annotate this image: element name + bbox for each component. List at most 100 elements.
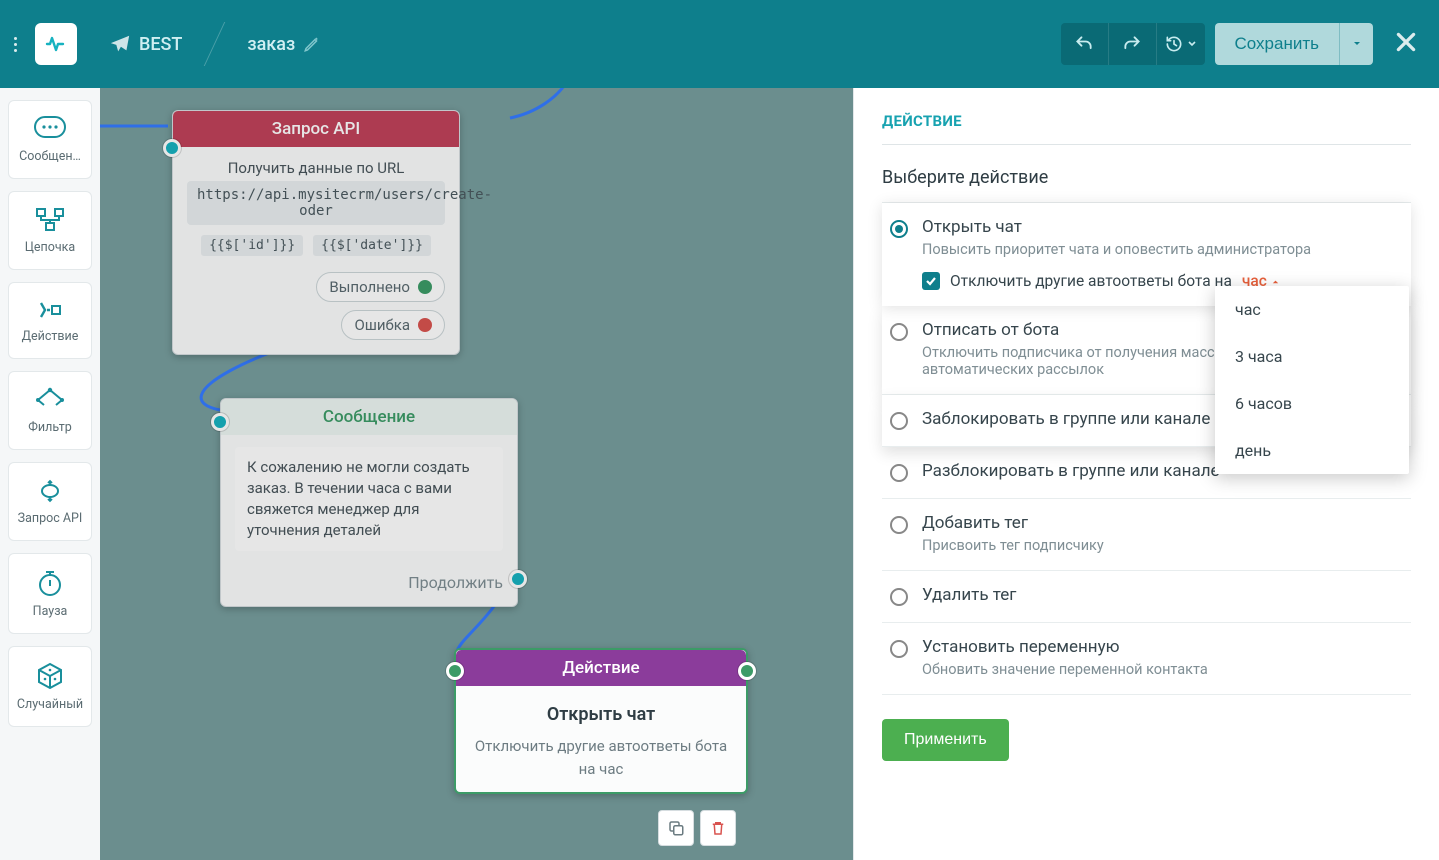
sidebar-item-chain[interactable]: Цепочка [8, 191, 92, 270]
breadcrumb-flow[interactable]: заказ [229, 0, 339, 88]
trash-icon [709, 819, 727, 837]
dropdown-item-hour[interactable]: час [1215, 286, 1409, 333]
action-subtitle: Открыть чат [470, 704, 732, 725]
port-in[interactable] [446, 662, 464, 680]
pulse-icon [44, 32, 68, 56]
radio[interactable] [890, 588, 908, 606]
save-button-group: Сохранить [1215, 23, 1373, 65]
node-subtitle: Получить данные по URL [187, 159, 445, 177]
radio[interactable] [890, 323, 908, 341]
flow-name-label: заказ [247, 34, 295, 55]
app-header: BEST заказ Сохранить [0, 0, 1439, 88]
undo-button[interactable] [1061, 23, 1109, 65]
option-desc: Повысить приоритет чата и оповестить адм… [922, 241, 1311, 258]
api-icon [33, 477, 67, 505]
sidebar-item-message[interactable]: Сообщен… [8, 100, 92, 179]
option-title: Установить переменную [922, 637, 1208, 657]
history-icon [1164, 34, 1184, 54]
api-success-pill[interactable]: Выполнено [316, 272, 445, 302]
apply-button[interactable]: Применить [882, 719, 1009, 761]
node-message[interactable]: Сообщение К сожалению не могли создать з… [220, 398, 518, 607]
message-text: К сожалению не могли создать заказ. В те… [235, 447, 503, 551]
dot-success-icon [418, 280, 432, 294]
sidebar-item-label: Пауза [33, 604, 68, 619]
pill-label: Ошибка [354, 316, 410, 334]
sidebar-item-random[interactable]: Случайный [8, 646, 92, 727]
radio[interactable] [890, 640, 908, 658]
option-title: Открыть чат [922, 217, 1311, 237]
duplicate-button[interactable] [658, 810, 694, 846]
radio[interactable] [890, 464, 908, 482]
undo-redo-group [1061, 23, 1205, 65]
header-left: BEST заказ [10, 0, 339, 88]
sidebar-item-filter[interactable]: Фильтр [8, 371, 92, 450]
drag-handle-icon[interactable] [10, 37, 21, 52]
bot-name-label: BEST [139, 34, 182, 55]
dropdown-item-3hours[interactable]: 3 часа [1215, 333, 1409, 380]
node-body: К сожалению не могли создать заказ. В те… [221, 435, 517, 563]
panel-subtitle: Выберите действие [882, 167, 1411, 188]
tools-sidebar: Сообщен… Цепочка Действие Фильтр Запрос … [0, 88, 100, 860]
option-title: Заблокировать в группе или канале [922, 409, 1210, 429]
dot-error-icon [418, 318, 432, 332]
node-action[interactable]: Действие Открыть чат Отключить другие ав… [454, 648, 748, 794]
close-icon [1393, 29, 1419, 55]
checkbox-checked[interactable] [922, 272, 940, 290]
port-in[interactable] [211, 413, 229, 431]
save-dropdown-button[interactable] [1339, 23, 1373, 65]
chain-icon [33, 206, 67, 234]
dropdown-item-day[interactable]: день [1215, 427, 1409, 474]
sidebar-item-api[interactable]: Запрос API [8, 462, 92, 541]
hour-dropdown: час 3 часа 6 часов день [1215, 286, 1409, 474]
redo-icon [1122, 34, 1142, 54]
delete-button[interactable] [700, 810, 736, 846]
caret-up-icon [1271, 277, 1280, 286]
node-body: Открыть чат Отключить другие автоответы … [456, 686, 746, 792]
api-url-box: https://api.mysitecrm/users/create-oder [187, 181, 445, 225]
sidebar-item-label: Цепочка [25, 240, 75, 255]
sidebar-item-label: Случайный [17, 697, 83, 712]
node-footer-actions [658, 810, 736, 846]
sidebar-item-pause[interactable]: Пауза [8, 553, 92, 634]
disable-label: Отключить другие автоответы бота на [950, 272, 1232, 290]
option-desc: Присвоить тег подписчику [922, 537, 1104, 554]
app-logo[interactable] [35, 23, 77, 65]
option-title: Удалить тег [922, 585, 1016, 605]
option-set-variable[interactable]: Установить переменную Обновить значение … [882, 623, 1411, 695]
redo-button[interactable] [1109, 23, 1157, 65]
radio-selected[interactable] [890, 220, 908, 238]
port-in[interactable] [163, 139, 181, 157]
option-title: Разблокировать в группе или канале [922, 461, 1220, 481]
filter-icon [33, 386, 67, 414]
close-button[interactable] [1383, 29, 1429, 59]
header-right: Сохранить [1061, 23, 1429, 65]
option-desc: Обновить значение переменной контакта [922, 661, 1208, 678]
flow-canvas[interactable]: Запрос API Получить данные по URL https:… [100, 88, 853, 860]
option-add-tag[interactable]: Добавить тег Присвоить тег подписчику [882, 499, 1411, 571]
api-tag: {{$['id']}} [201, 235, 303, 256]
option-remove-tag[interactable]: Удалить тег [882, 571, 1411, 623]
radio[interactable] [890, 516, 908, 534]
node-body: Получить данные по URL https://api.mysit… [173, 147, 459, 268]
action-text: Отключить другие автоответы бота на час [470, 735, 732, 780]
pencil-icon[interactable] [303, 35, 321, 53]
dice-icon [35, 661, 65, 691]
node-api[interactable]: Запрос API Получить данные по URL https:… [172, 110, 460, 355]
radio[interactable] [890, 412, 908, 430]
port-out[interactable] [509, 570, 527, 588]
caret-down-icon [1352, 39, 1362, 49]
api-error-pill[interactable]: Ошибка [341, 310, 445, 340]
node-header: Действие [456, 650, 746, 686]
main-area: Сообщен… Цепочка Действие Фильтр Запрос … [0, 88, 1439, 860]
api-tag: {{$['date']}} [313, 235, 431, 256]
history-button[interactable] [1157, 23, 1205, 65]
port-out[interactable] [738, 662, 756, 680]
save-button[interactable]: Сохранить [1215, 23, 1339, 65]
sidebar-item-action[interactable]: Действие [8, 282, 92, 359]
breadcrumb-bot[interactable]: BEST [91, 0, 200, 88]
action-icon [33, 297, 67, 323]
telegram-icon [109, 33, 131, 55]
option-title: Добавить тег [922, 513, 1104, 533]
continue-row: Продолжить [221, 563, 517, 606]
dropdown-item-6hours[interactable]: 6 часов [1215, 380, 1409, 427]
